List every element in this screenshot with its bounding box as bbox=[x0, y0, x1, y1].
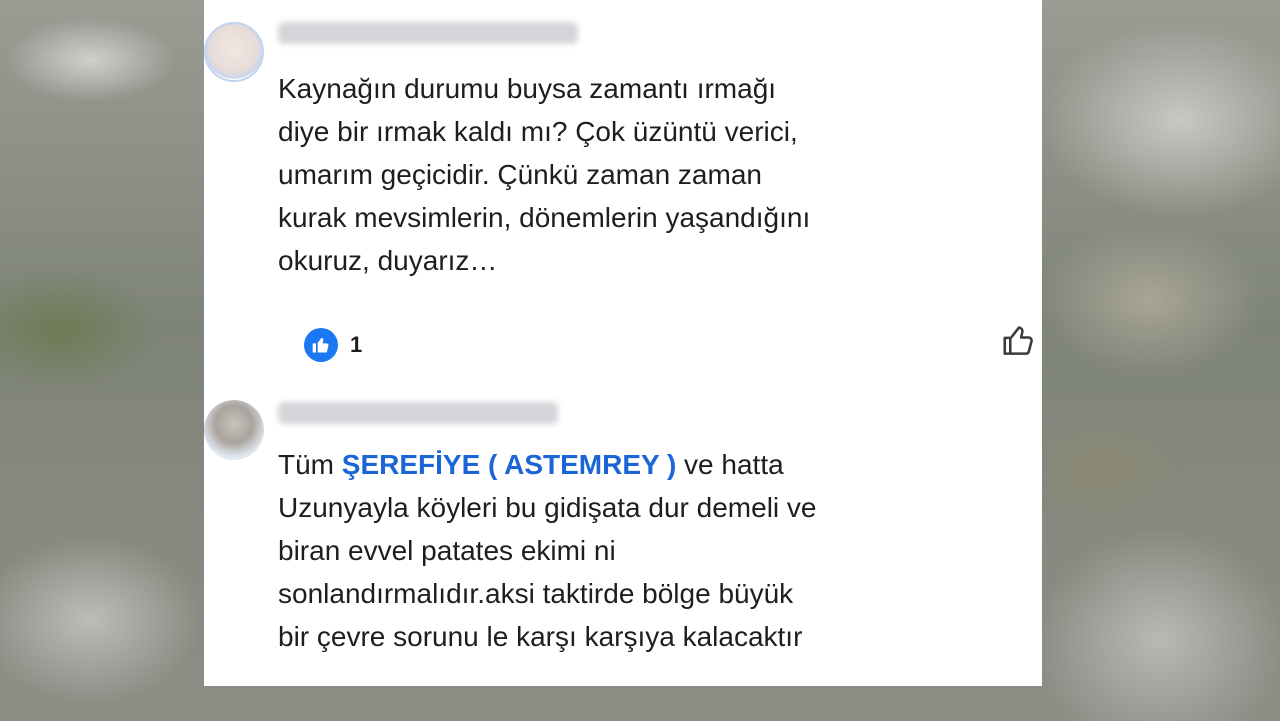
comment-text: Kaynağın durumu buysa zamantı ırmağı diy… bbox=[278, 73, 811, 276]
comment-card: Kaynağın durumu buysa zamantı ırmağı diy… bbox=[204, 0, 1042, 686]
reaction-count: 1 bbox=[350, 332, 363, 357]
blurred-author-name bbox=[278, 402, 558, 424]
blurred-author-name bbox=[278, 22, 578, 44]
mention-link[interactable]: ŞEREFİYE ( ASTEMREY ) bbox=[342, 449, 677, 480]
thumbs-up-icon bbox=[304, 328, 338, 362]
comment-text: Tüm ŞEREFİYE ( ASTEMREY ) ve hatta Uzuny… bbox=[278, 443, 817, 658]
avatar[interactable] bbox=[204, 400, 264, 460]
reaction-summary[interactable]: 1 bbox=[304, 328, 362, 362]
like-outline-icon[interactable] bbox=[1000, 322, 1038, 360]
comment-prefix: Tüm bbox=[278, 449, 342, 480]
avatar[interactable] bbox=[204, 22, 264, 82]
